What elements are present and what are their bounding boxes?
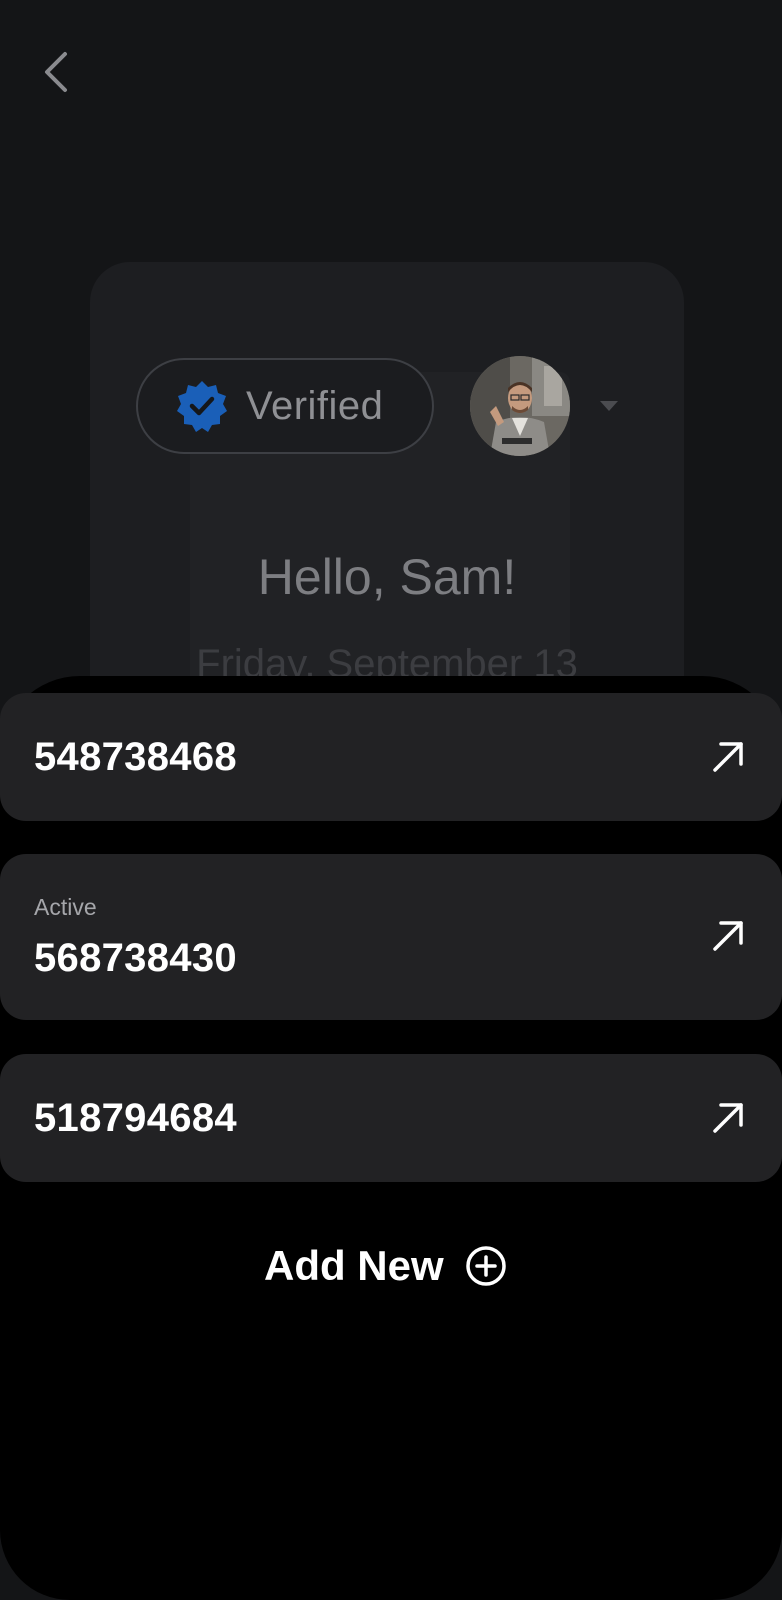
- chevron-down-icon[interactable]: [595, 392, 623, 420]
- avatar[interactable]: [470, 356, 570, 456]
- verified-badge-icon: [174, 378, 230, 434]
- verified-badge[interactable]: Verified: [136, 358, 434, 454]
- verified-label: Verified: [246, 383, 384, 428]
- screen: Verified Hello, Sam! Friday, September 1…: [0, 0, 782, 1600]
- arrow-up-right-icon[interactable]: [708, 1098, 748, 1138]
- add-new-button[interactable]: Add New: [264, 1236, 508, 1296]
- chevron-left-icon: [41, 50, 71, 99]
- account-number: 548738468: [34, 735, 237, 779]
- profile-card: Verified Hello, Sam! Friday, September 1…: [90, 262, 684, 722]
- accounts-sheet: 548738468 Active 568738430 518794684 Add…: [0, 676, 782, 1600]
- back-button[interactable]: [34, 46, 78, 102]
- account-row[interactable]: Active 568738430: [0, 854, 782, 1020]
- plus-circle-icon: [464, 1244, 508, 1288]
- add-new-label: Add New: [264, 1242, 444, 1289]
- arrow-up-right-icon[interactable]: [708, 916, 748, 956]
- account-row[interactable]: 548738468: [0, 693, 782, 821]
- arrow-up-right-icon[interactable]: [708, 737, 748, 777]
- account-number: 568738430: [34, 936, 237, 980]
- greeting: Hello, Sam!: [257, 549, 517, 605]
- status-label: Active: [34, 894, 97, 920]
- account-row[interactable]: 518794684: [0, 1054, 782, 1182]
- account-number: 518794684: [34, 1096, 237, 1140]
